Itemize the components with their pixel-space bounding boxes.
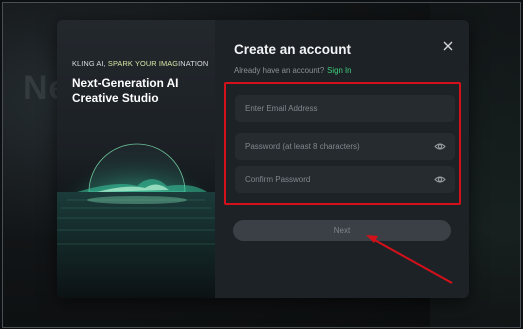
dialog-title: Create an account	[234, 42, 352, 57]
tagline-brand: KLING AI,	[72, 59, 108, 68]
promo-headline: Next-Generation AI Creative Studio	[72, 76, 179, 105]
signin-prompt-text: Already have an account?	[234, 66, 325, 75]
tagline-rest: INATION	[178, 59, 209, 68]
promo-tagline: KLING AI, SPARK YOUR IMAGINATION	[72, 59, 208, 68]
glowing-horizon-illustration	[57, 143, 215, 298]
promo-panel: KLING AI, SPARK YOUR IMAGINATION Next-Ge…	[57, 20, 215, 298]
close-icon[interactable]	[441, 39, 455, 53]
signin-link[interactable]: Sign In	[327, 66, 351, 75]
annotation-highlight-box	[224, 82, 461, 205]
next-button[interactable]: Next	[233, 220, 451, 241]
tagline-accent: SPARK YOUR IMAG	[107, 59, 179, 68]
signin-prompt: Already have an account? Sign In	[234, 66, 351, 75]
